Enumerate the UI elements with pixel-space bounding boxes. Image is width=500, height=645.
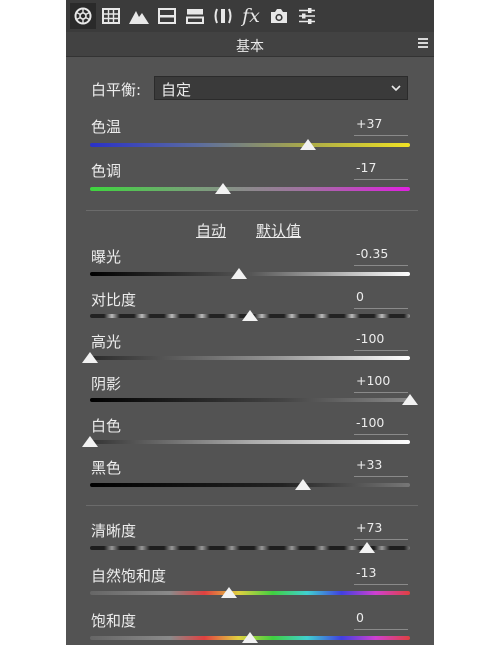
exposure-value[interactable]: -0.35 [354,246,408,266]
exposure-track[interactable] [90,272,410,276]
contrast-label: 对比度 [91,291,137,309]
section-divider [86,210,418,211]
lens-icon[interactable] [210,3,236,29]
whites-value[interactable]: -100 [354,415,408,435]
clarity-thumb[interactable] [358,542,375,553]
blacks-thumb[interactable] [294,479,311,490]
aperture-icon[interactable] [70,3,96,29]
temperature-thumb[interactable] [299,139,316,150]
shadows-thumb[interactable] [402,394,418,405]
auto-link[interactable]: 自动 [196,220,226,241]
split-panel-icon[interactable] [154,3,180,29]
grid-histogram-icon[interactable] [98,3,124,29]
camera-icon[interactable] [266,3,292,29]
temperature-value[interactable]: +37 [354,116,408,136]
tint-value[interactable]: -17 [354,160,408,180]
mountain-icon[interactable] [126,3,152,29]
blacks-label: 黑色 [91,459,122,477]
tint-label: 色调 [91,162,122,180]
highlights-thumb[interactable] [82,352,98,363]
exposure-label: 曝光 [91,248,122,266]
saturation-thumb[interactable] [242,632,258,643]
saturation-value[interactable]: 0 [354,610,408,630]
panel-title: 基本 [236,39,264,55]
shadows-value[interactable]: +100 [354,373,408,393]
contrast-value[interactable]: 0 [354,289,408,309]
highlights-label: 高光 [91,333,122,351]
saturation-label: 饱和度 [91,612,137,630]
highlights-value[interactable]: -100 [354,331,408,351]
temperature-label: 色温 [91,118,122,136]
whites-track[interactable] [90,440,410,444]
white-balance-select[interactable]: 自定 [154,76,408,100]
default-link[interactable]: 默认值 [256,220,301,241]
temperature-track[interactable] [90,143,410,147]
sliders-icon[interactable] [294,3,320,29]
shadows-track[interactable] [90,398,410,402]
vibrance-value[interactable]: -13 [354,565,408,585]
fx-icon[interactable]: fx [238,3,264,29]
white-balance-value: 自定 [161,81,192,99]
panel-toolbar: fx [66,0,434,32]
contrast-thumb[interactable] [242,310,258,321]
tint-thumb[interactable] [214,183,231,194]
basic-panel: fx 基本 白平衡: 自定 色温 +37 色调 -17 自动 默认值 曝光 -0… [66,0,434,645]
highlights-track[interactable] [90,356,410,360]
whites-thumb[interactable] [82,436,98,447]
whites-label: 白色 [91,417,122,435]
blacks-track[interactable] [90,483,410,487]
tint-track[interactable] [90,187,410,191]
clarity-label: 清晰度 [91,522,137,540]
shadows-label: 阴影 [91,375,122,393]
panel-header: 基本 [66,32,434,57]
exposure-thumb[interactable] [230,268,247,279]
blacks-value[interactable]: +33 [354,457,408,477]
chevron-down-icon [391,85,401,92]
split-toning-icon[interactable] [182,3,208,29]
clarity-value[interactable]: +73 [354,520,408,540]
vibrance-label: 自然饱和度 [91,567,167,585]
section-divider [86,505,418,506]
vibrance-thumb[interactable] [221,587,238,598]
white-balance-label: 白平衡: [91,81,142,99]
vibrance-track[interactable] [90,591,410,595]
hamburger-menu-icon[interactable] [418,38,428,50]
